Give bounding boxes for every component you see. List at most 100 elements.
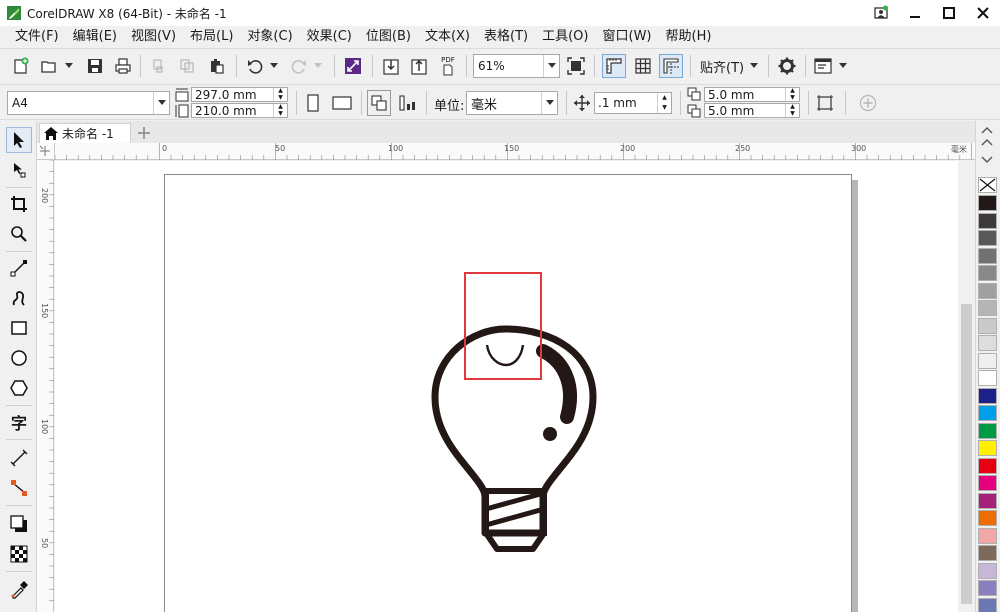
open-button[interactable] [38,55,60,77]
add-page-button[interactable] [856,91,880,115]
text-tool[interactable]: 字 [6,409,32,435]
pick-tool[interactable] [6,127,32,153]
eyedropper-tool[interactable] [6,577,32,603]
open-dropdown[interactable] [62,55,76,77]
application-launcher-button[interactable] [812,55,834,77]
cut-button[interactable] [148,55,170,77]
export-button[interactable] [408,55,430,77]
undo-button[interactable] [244,55,266,77]
crop-tool[interactable] [6,191,32,217]
menu-text[interactable]: 文本(X) [418,26,477,48]
status-icon[interactable] [864,0,898,26]
save-button[interactable] [84,55,106,77]
import-button[interactable] [380,55,402,77]
bulb-thread[interactable] [485,490,545,528]
color-swatch[interactable] [978,597,997,612]
shape-tool[interactable] [6,157,32,183]
zoom-tool[interactable] [6,221,32,247]
show-grid-button[interactable] [631,54,655,78]
menu-file[interactable]: 文件(F) [8,26,66,48]
polygon-tool[interactable] [6,375,32,401]
menu-view[interactable]: 视图(V) [124,26,183,48]
bulb-dot[interactable] [543,427,557,441]
close-button[interactable] [966,0,1000,26]
redo-dropdown[interactable] [312,55,324,77]
color-swatch[interactable] [978,405,997,421]
portrait-button[interactable] [302,91,324,115]
all-pages-button[interactable] [367,90,391,116]
copy-button[interactable] [176,55,198,77]
color-swatch[interactable] [978,352,997,369]
color-swatch[interactable] [978,195,997,211]
treat-as-filled-button[interactable] [813,91,837,115]
color-swatch[interactable] [978,282,997,299]
color-swatch[interactable] [978,527,997,544]
color-swatch[interactable] [978,440,997,456]
no-color-swatch[interactable] [978,177,997,193]
color-swatch[interactable] [978,212,997,229]
dimension-tool[interactable] [6,445,32,471]
show-guidelines-button[interactable] [659,54,683,78]
color-swatch[interactable] [978,370,997,386]
page-height-input[interactable]: 210.0 mm ▲ ▼ [191,103,288,118]
drawing-canvas[interactable] [55,161,958,612]
color-swatch[interactable] [978,300,997,316]
connector-tool[interactable] [6,475,32,501]
menu-window[interactable]: 窗口(W) [596,26,659,48]
undo-dropdown[interactable] [268,55,280,77]
menu-tools[interactable]: 工具(O) [535,26,595,48]
nudge-distance-input[interactable]: .1 mm ▲ ▼ [594,92,672,114]
color-swatch[interactable] [978,510,997,526]
menu-table[interactable]: 表格(T) [477,26,535,48]
duplicate-y-input[interactable]: 5.0 mm ▲ ▼ [704,103,800,118]
menu-edit[interactable]: 编辑(E) [66,26,124,48]
menu-bitmaps[interactable]: 位图(B) [359,26,418,48]
rectangle-tool[interactable] [6,315,32,341]
print-button[interactable] [112,55,134,77]
redo-button[interactable] [288,55,310,77]
color-swatch[interactable] [978,492,997,509]
zoom-level-combo[interactable]: 61% [473,54,560,78]
paste-button[interactable] [206,55,228,77]
palette-scroll-page-up[interactable] [981,135,993,149]
page-width-input[interactable]: 297.0 mm ▲ ▼ [191,87,288,102]
menu-layout[interactable]: 布局(L) [183,26,240,48]
new-document-button[interactable] [10,55,32,77]
units-dropdown[interactable] [541,92,557,114]
minimize-button[interactable] [898,0,932,26]
color-swatch[interactable] [978,422,997,439]
current-page-button[interactable] [396,91,420,115]
color-swatch[interactable] [978,335,997,351]
zoom-dropdown[interactable] [543,55,559,77]
palette-scroll-page-down[interactable] [981,153,993,167]
color-swatch[interactable] [978,457,997,474]
menu-help[interactable]: 帮助(H) [659,26,719,48]
zoom-to-page-button[interactable] [565,55,587,77]
color-swatch[interactable] [978,317,997,334]
color-swatch[interactable] [978,580,997,596]
horizontal-ruler[interactable]: 0 50 100 150 200 250 300 毫米 [55,143,975,160]
color-swatch[interactable] [978,545,997,561]
color-swatch[interactable] [978,265,997,281]
selection-rectangle[interactable] [464,272,542,380]
drop-shadow-tool[interactable] [6,511,32,537]
corel-connect-button[interactable] [342,55,364,77]
new-tab-button[interactable] [135,124,153,142]
vertical-ruler[interactable]: 200 150 100 50 [37,160,54,612]
snap-to-button[interactable]: 贴齐(T) [696,55,762,77]
ruler-origin[interactable] [37,143,55,160]
options-button[interactable] [776,55,798,77]
color-swatch[interactable] [978,387,997,404]
bulb-highlight[interactable] [536,344,577,424]
page-size-combo[interactable]: A4 [7,91,170,115]
artistic-media-tool[interactable] [6,285,32,311]
launcher-dropdown[interactable] [836,55,850,77]
color-swatch[interactable] [978,230,997,246]
vertical-scrollbar-thumb[interactable] [961,304,972,604]
freehand-tool[interactable] [6,255,32,281]
landscape-button[interactable] [329,91,355,115]
color-swatch[interactable] [978,475,997,491]
page-size-dropdown[interactable] [153,92,169,114]
light-bulb-drawing[interactable] [55,161,958,612]
maximize-button[interactable] [932,0,966,26]
